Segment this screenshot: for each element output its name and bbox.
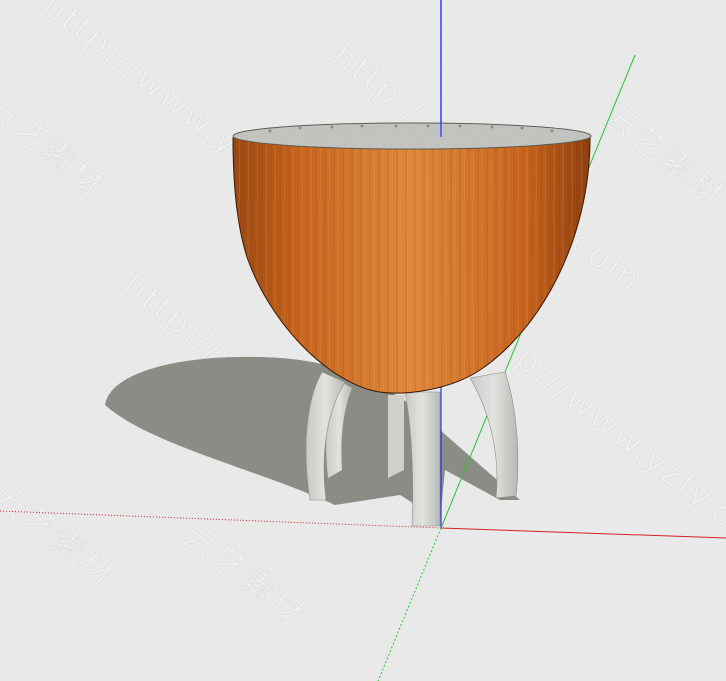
stool-legs[interactable] <box>300 370 530 530</box>
legs-hit-area <box>300 370 530 530</box>
model-viewport[interactable]: http://www.yzfy.com 云艺素材 http://www.yzfy… <box>0 0 726 681</box>
scene-canvas[interactable]: http://www.yzfy.com 云艺素材 http://www.yzfy… <box>0 0 726 681</box>
bowl-rim-texture <box>233 123 591 149</box>
